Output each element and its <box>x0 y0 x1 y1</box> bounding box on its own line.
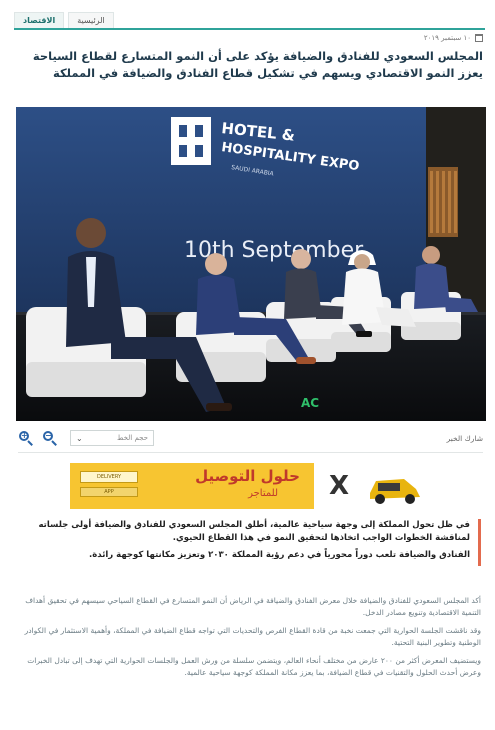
body-paragraph-1: أكد المجلس السعودي للفنادق والضيافة خلال… <box>25 596 481 617</box>
font-size-select-value: حجم الخط <box>117 434 148 442</box>
accent-divider <box>14 28 485 30</box>
article-quote: في ظل تحول المملكة إلى وجهة سياحية عالمي… <box>36 519 481 566</box>
top-tabs: الرئيسية الاقتصاد <box>14 8 485 28</box>
tab-home[interactable]: الرئيسية <box>68 12 114 28</box>
quote-paragraph-1: في ظل تحول المملكة إلى وجهة سياحية عالمي… <box>38 520 471 543</box>
body-paragraph-3: ويستضيف المعرض أكثر من ٢٠٠ عارض من مختلف… <box>27 656 481 677</box>
ad-badge-secondary: APP <box>80 487 138 497</box>
delivery-car-icon <box>364 463 426 509</box>
article-dateline: ١٠ سبتمبر ٢٠١٩ <box>424 34 483 42</box>
article-photo[interactable]: HOTEL & HOSPITALITY EXPO SAUDI ARABIA 10… <box>16 107 486 421</box>
article-date: ١٠ سبتمبر ٢٠١٩ <box>423 34 471 42</box>
ad-brand-logo-icon: X <box>314 463 364 509</box>
article-toolbar: + − ⌄ حجم الخط شارك الخبر <box>18 428 483 448</box>
zoom-in-icon[interactable]: + <box>18 430 34 446</box>
article-body: أكد المجلس السعودي للفنادق والضيافة خلال… <box>18 595 481 685</box>
body-paragraph-2: وقد ناقشت الجلسة الحوارية التي جمعت نخبة… <box>24 626 481 647</box>
ad-badge: DELIVERY <box>80 471 138 483</box>
expo-logo-icon <box>171 117 211 165</box>
article-headline: المجلس السعودي للفنادق والضيافة يؤكد على… <box>32 49 483 80</box>
font-size-select[interactable]: ⌄ حجم الخط <box>70 430 154 446</box>
svg-text:AC: AC <box>301 396 319 410</box>
ad-banner[interactable]: DELIVERY APP حلول التوصيل للمتاجر X <box>70 461 442 511</box>
chevron-down-icon: ⌄ <box>76 433 83 443</box>
quote-paragraph-2: الفنادق والضيافة تلعب دوراً محورياً في د… <box>89 550 470 560</box>
ad-subtitle: للمتاجر <box>248 488 278 499</box>
article-page: الرئيسية الاقتصاد ١٠ سبتمبر ٢٠١٩ المجلس … <box>0 0 495 730</box>
ad-yellow-panel: DELIVERY APP حلول التوصيل للمتاجر <box>70 463 314 509</box>
section-divider <box>18 452 483 453</box>
share-label[interactable]: شارك الخبر <box>447 434 483 443</box>
tab-economy[interactable]: الاقتصاد <box>14 12 65 28</box>
zoom-out-icon[interactable]: − <box>42 430 58 446</box>
ad-title: حلول التوصيل <box>195 467 300 485</box>
calendar-icon <box>475 34 483 42</box>
